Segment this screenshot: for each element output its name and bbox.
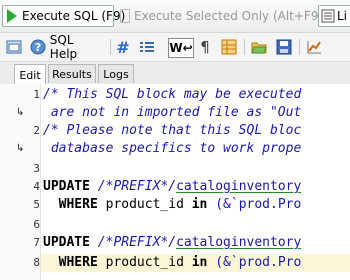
line-number: 7 (33, 236, 40, 249)
help-icon: ? (30, 39, 46, 55)
line-number: 6 (33, 218, 40, 231)
chart-button[interactable] (305, 38, 323, 56)
code-text: UPDATE /*PREFIX*/cataloginventory (43, 235, 302, 250)
toolbar-separator (244, 39, 245, 55)
hash-icon[interactable]: # (115, 38, 131, 57)
toolbar-separator (299, 39, 300, 55)
code-line: ↳ database specifics to work prope (0, 140, 350, 158)
sql-help-label: SQL Help (49, 33, 78, 61)
secondary-toolbar: ? SQL Help # W↩ ¶ (0, 33, 350, 62)
code-line: 8 WHERE product_id in (&`prod.Pro (0, 254, 350, 272)
code-line: ↳ are not in imported file as "Out (0, 104, 350, 122)
code-line: 3 (0, 160, 350, 178)
run-icon (7, 9, 17, 23)
tab-results[interactable]: Results (48, 64, 96, 83)
code-text: /* Please note that this SQL bloc (43, 123, 302, 138)
code-text: WHERE product_id in (&`prod.Pro (58, 197, 302, 212)
folder-open-icon (251, 42, 267, 54)
execute-selected-label: Execute Selected Only (Alt+F9) (134, 9, 324, 23)
grid-icon (221, 39, 237, 55)
code-text: WHERE product_id in (&`prod.Pro (58, 255, 302, 270)
li-label: Li (337, 9, 348, 23)
line-number: 3 (33, 162, 40, 175)
toolbar-separator (110, 39, 111, 55)
code-line: 1 /* This SQL block may be executed (0, 86, 350, 104)
line-number: 2 (33, 124, 40, 137)
chart-icon (307, 41, 321, 54)
code-text: UPDATE /*PREFIX*/cataloginventory (43, 179, 302, 194)
code-text: /* This SQL block may be executed (43, 87, 302, 102)
sql-editor[interactable]: 1 /* This SQL block may be executed ↳ ar… (0, 84, 350, 280)
run-selected-icon (120, 9, 130, 23)
list-icon (321, 9, 335, 23)
line-number: 5 (33, 198, 40, 211)
code-line: 6 (0, 216, 350, 234)
pilcrow-icon[interactable]: ¶ (198, 38, 212, 56)
format-list-button[interactable] (138, 38, 156, 56)
code-line: 5 WHERE product_id in (&`prod.Pro (0, 196, 350, 214)
line-number: 8 (33, 256, 40, 269)
line-number: 1 (33, 88, 40, 101)
code-line: 7 UPDATE /*PREFIX*/cataloginventory (0, 234, 350, 252)
save-button[interactable] (275, 38, 293, 56)
code-line: 2 /* Please note that this SQL bloc (0, 122, 350, 140)
open-file-button[interactable] (250, 38, 268, 56)
code-text: database specifics to work prope (43, 141, 302, 156)
main-toolbar: Execute SQL (F9) Execute Selected Only (… (0, 0, 350, 33)
save-icon (276, 39, 292, 55)
execute-selected-button[interactable]: Execute Selected Only (Alt+F9) (120, 5, 323, 27)
word-wrap-icon: W↩ (169, 41, 193, 55)
line-number: 4 (33, 180, 40, 193)
code-line: 4 UPDATE /*PREFIX*/cataloginventory (0, 178, 350, 196)
svg-text:?: ? (35, 41, 41, 54)
execute-sql-button[interactable]: Execute SQL (F9) (2, 5, 125, 27)
wrap-continuation-icon: ↳ (16, 107, 25, 118)
code-text: are not in imported file as "Out (43, 105, 302, 120)
word-wrap-toggle[interactable]: W↩ (168, 38, 194, 58)
li-button[interactable]: Li (318, 5, 350, 27)
execute-sql-label: Execute SQL (F9) (22, 9, 126, 23)
list-format-icon (140, 42, 154, 52)
tab-edit[interactable]: Edit (14, 64, 46, 85)
sql-help-button[interactable]: ? SQL Help (30, 33, 104, 61)
editor-tabs: Edit Results Logs (0, 62, 350, 85)
grid-button[interactable] (220, 38, 238, 56)
window-icon (6, 40, 22, 54)
wrap-continuation-icon: ↳ (16, 143, 25, 154)
preview-button[interactable] (5, 38, 23, 56)
tab-logs[interactable]: Logs (98, 64, 134, 83)
